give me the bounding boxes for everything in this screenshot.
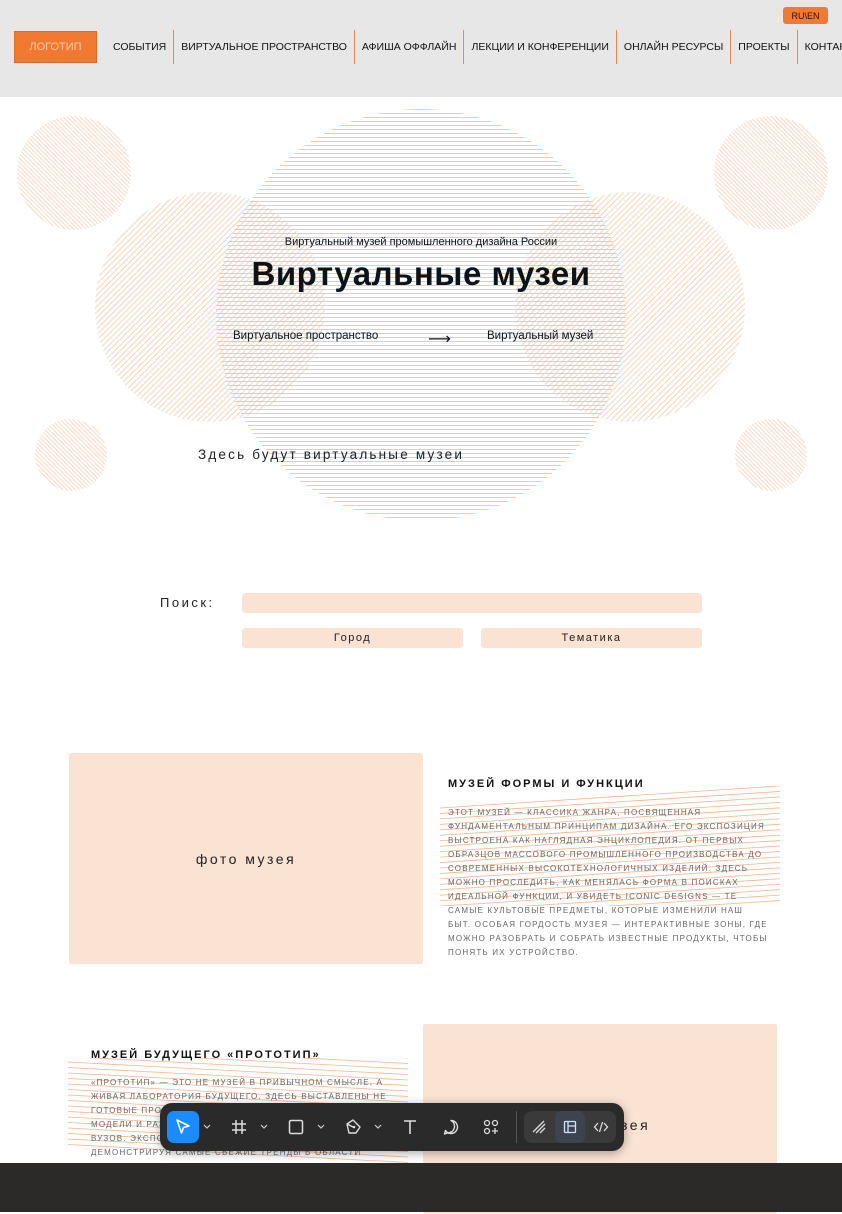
- move-tool-button[interactable]: [167, 1111, 199, 1143]
- breadcrumb-virtual-space[interactable]: Виртуальное пространство: [233, 330, 378, 342]
- bottom-bar: [0, 1163, 842, 1212]
- frame-tool-button[interactable]: [223, 1111, 255, 1143]
- museum-title[interactable]: МУЗЕЙ ФОРМЫ И ФУНКЦИИ: [448, 778, 645, 790]
- editor-toolbar: [160, 1103, 624, 1151]
- search-label: Поиск:: [160, 595, 215, 610]
- nav-item-offline-afisha[interactable]: АФИША ОФФЛАЙН: [353, 30, 464, 64]
- hero-subtitle: Виртуальный музей промышленного дизайна …: [284, 236, 558, 248]
- pen-nib-icon: [346, 1119, 361, 1134]
- nav-item-online-resources[interactable]: ОНЛАЙН РЕСУРСЫ: [615, 30, 730, 64]
- museum-description: Этот музей — классика жанра, посвященная…: [448, 808, 768, 957]
- main-nav: СОБЫТИЯ ВИРТУАЛЬНОЕ ПРОСТРАНСТВО АФИША О…: [106, 30, 842, 64]
- logo[interactable]: ЛОГОТИП: [14, 31, 97, 63]
- components-icon: [483, 1119, 499, 1135]
- toolbar-divider: [516, 1111, 517, 1143]
- frame-hash-icon: [232, 1120, 246, 1134]
- chevron-down-icon[interactable]: [316, 1120, 326, 1134]
- design-mode-button[interactable]: [555, 1111, 585, 1143]
- hero-section: Виртуальный музей промышленного дизайна …: [0, 97, 842, 537]
- text-tool-button[interactable]: [394, 1111, 426, 1143]
- components-tool-button[interactable]: [475, 1111, 507, 1143]
- nav-item-lectures[interactable]: ЛЕКЦИИ И КОНФЕРЕНЦИИ: [463, 30, 615, 64]
- breadcrumb-virtual-museum[interactable]: Виртуальный музей: [487, 330, 593, 342]
- code-icon: [593, 1121, 609, 1133]
- design-icon: [563, 1120, 577, 1134]
- hero-decoration: [17, 109, 828, 521]
- page-title: Виртуальные музеи: [251, 255, 591, 292]
- mode-switch: [524, 1111, 616, 1143]
- chevron-down-icon[interactable]: [373, 1120, 383, 1134]
- dev-mode-button[interactable]: [586, 1111, 616, 1143]
- nav-item-events[interactable]: СОБЫТИЯ: [106, 30, 173, 64]
- hero-note: Здесь будут виртуальные музеи: [198, 447, 465, 462]
- chevron-down-icon[interactable]: [259, 1120, 269, 1134]
- theme-filter[interactable]: Тематика: [481, 628, 702, 648]
- nav-item-virtual-space[interactable]: ВИРТУАЛЬНОЕ ПРОСТРАНСТВО: [173, 30, 354, 64]
- cursor-arrow-icon: [176, 1119, 190, 1134]
- museum-title[interactable]: МУЗЕЙ БУДУЩЕГО «ПРОТОТИП»: [91, 1049, 321, 1061]
- nav-item-projects[interactable]: ПРОЕКТЫ: [730, 30, 796, 64]
- draw-mode-button[interactable]: [524, 1111, 554, 1143]
- shape-tool-button[interactable]: [280, 1111, 312, 1143]
- pen-tool-button[interactable]: [337, 1111, 369, 1143]
- city-filter[interactable]: Город: [242, 628, 463, 648]
- draw-icon: [532, 1120, 546, 1134]
- language-switch-button[interactable]: RU\EN: [783, 7, 828, 24]
- rectangle-icon: [288, 1119, 304, 1135]
- arrow-right-icon: ⟶: [428, 331, 451, 348]
- comment-tool-button[interactable]: [435, 1111, 467, 1143]
- site-header: ЛОГОТИП RU\EN СОБЫТИЯ ВИРТУАЛЬНОЕ ПРОСТР…: [0, 0, 842, 97]
- text-icon: [404, 1120, 416, 1134]
- chevron-down-icon[interactable]: [202, 1120, 212, 1134]
- search-input[interactable]: [242, 593, 702, 613]
- comment-icon: [443, 1119, 459, 1135]
- museum-photo[interactable]: фото музея: [69, 753, 423, 964]
- nav-item-contacts[interactable]: КОНТАКТЫ: [796, 30, 842, 64]
